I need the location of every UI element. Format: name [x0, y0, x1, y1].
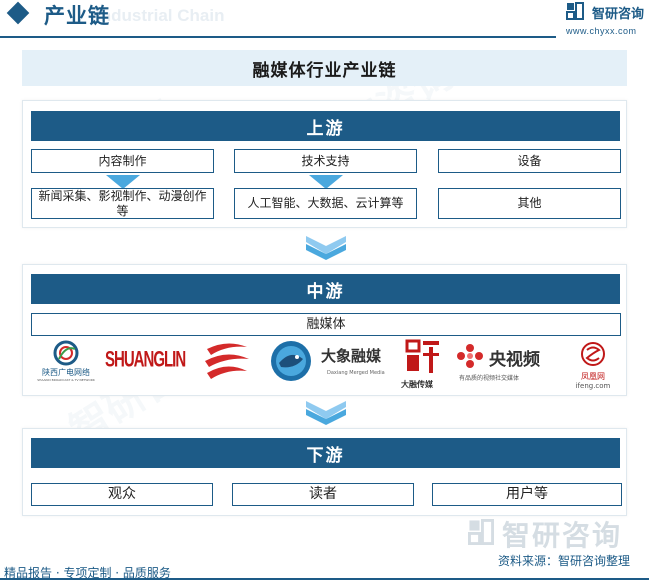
upstream-header: 上游: [31, 111, 620, 141]
upstream-item-content: 内容制作: [31, 149, 214, 173]
yangshipin-flower-icon: [457, 344, 483, 368]
upstream-detail-equipment: 其他: [438, 188, 621, 219]
page-title: 产业链: [44, 4, 110, 28]
company-logos: 陕西广电网络 SHAANXI BROADCAST & TV NETWORK SH…: [31, 339, 620, 395]
down-arrow-icon: [106, 175, 140, 189]
logo-name: 凤凰网: [581, 372, 605, 381]
logo-subtext: 有品质的视频社交媒体: [459, 375, 520, 382]
logo-subtext: Daxiang Merged Media: [327, 370, 385, 376]
downstream-section: 下游 观众 读者 用户等: [22, 428, 627, 516]
ifeng-phoenix-icon: [581, 342, 605, 366]
company-logo: 大融传媒: [401, 339, 445, 391]
company-logo: 央视频 有品质的视频社交媒体: [455, 343, 565, 387]
upstream-detail-tech: 人工智能、大数据、云计算等: [234, 188, 417, 219]
flow-arrow-icon: [306, 401, 346, 425]
company-logo: 凤凰网 ifeng.com: [571, 341, 615, 390]
logo-subtext: ifeng.com: [575, 382, 611, 390]
midstream-header: 中游: [31, 274, 620, 304]
logo-name: SHUANGLIN: [105, 347, 186, 373]
downstream-item-readers: 读者: [232, 483, 414, 506]
header-divider: [0, 36, 556, 38]
shaanxi-swirl-icon: [53, 340, 79, 366]
downstream-item-audience: 观众: [31, 483, 213, 506]
flow-arrow-icon: [306, 236, 346, 260]
logo-name: 大融传媒: [401, 380, 433, 389]
logo-name: 大象融媒: [321, 347, 382, 365]
logo-name: 央视频: [489, 350, 540, 370]
diagram-title: 融媒体行业产业链: [22, 50, 627, 86]
company-logo: 大象融媒 Daxiang Merged Media: [321, 345, 401, 385]
header-ghost-text: Industrial Chain: [96, 6, 225, 25]
brand-name: 智研咨询: [592, 7, 645, 22]
upstream-detail-content: 新闻采集、影视制作、动漫创作等: [31, 188, 214, 219]
downstream-header: 下游: [31, 438, 620, 468]
upstream-section: 上游 内容制作 技术支持 设备 新闻采集、影视制作、动漫创作等 人工智能、大数据…: [22, 100, 627, 228]
company-logo: 陕西广电网络 SHAANXI BROADCAST & TV NETWORK: [31, 339, 101, 391]
upstream-item-equipment: 设备: [438, 149, 621, 173]
midstream-category: 融媒体: [31, 313, 621, 336]
upstream-item-tech: 技术支持: [234, 149, 417, 173]
brand-logo-icon: [468, 519, 494, 545]
red-swoosh-logo-icon: [205, 343, 249, 379]
logo-name: 陕西广电网络: [42, 368, 90, 377]
down-arrow-icon: [309, 175, 343, 189]
logo-subtext: SHAANXI BROADCAST & TV NETWORK: [37, 378, 95, 382]
company-logo: SHUANGLIN: [105, 347, 186, 377]
downstream-item-users: 用户等: [432, 483, 622, 506]
blue-fish-logo-icon: [271, 341, 311, 381]
brand-logo-icon: [566, 2, 584, 20]
midstream-section: 中游 融媒体 陕西广电网络 SHAANXI BROADCAST & TV NET…: [22, 264, 627, 396]
footer-brand-watermark: 智研咨询: [502, 519, 623, 552]
daorong-mark-icon: [405, 339, 439, 373]
brand-url: www.chyxx.com: [566, 26, 637, 36]
data-source: 资料来源：智研咨询整理: [498, 554, 631, 568]
page-header: Industrial Chain 产业链 智研咨询 www.chyxx.com: [0, 0, 649, 40]
diamond-icon: [6, 1, 30, 25]
